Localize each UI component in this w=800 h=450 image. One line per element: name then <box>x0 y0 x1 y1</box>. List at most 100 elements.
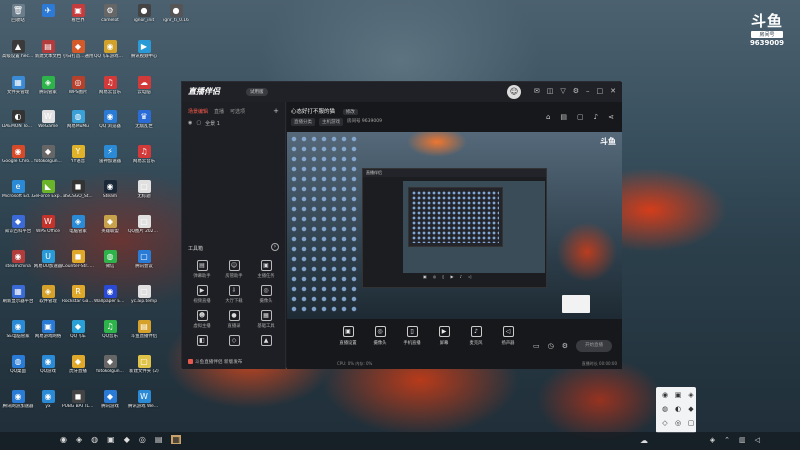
data-icon[interactable]: ▤ <box>560 113 567 121</box>
minimize-icon[interactable]: – <box>586 87 590 95</box>
taskbar-app-icon[interactable]: ▣ <box>107 435 115 444</box>
desktop-icon[interactable]: ▢QQ图片 20210610... <box>128 213 160 246</box>
desktop-icon[interactable]: ● ignor_init <box>128 2 160 35</box>
desktop-icon[interactable]: ▢ yc.aip.temp <box>128 283 160 316</box>
gift-icon[interactable]: ◫ <box>547 87 554 95</box>
toolbox-item[interactable]: ▦ 基础工具 <box>250 310 282 329</box>
chevron-up-icon[interactable]: ⌃ <box>724 436 730 444</box>
desktop-icon[interactable]: ◆ fotokolgun... <box>32 143 64 176</box>
tray-app-icon[interactable]: ◍ <box>660 404 670 414</box>
shop-icon[interactable]: ⌂ <box>546 113 550 121</box>
maximize-icon[interactable]: □ <box>597 87 604 95</box>
desktop-icon[interactable]: ◉ Steam <box>94 178 126 211</box>
desktop-icon[interactable]: ◆ QQ飞车 <box>62 318 94 351</box>
desktop-icon[interactable]: Y YY语音 <box>62 143 94 176</box>
tray-app-icon[interactable]: ◇ <box>660 418 670 428</box>
toolbox-item[interactable]: ▲ <box>250 335 282 348</box>
desktop-icon[interactable]: ▶ 腾讯视频中心 <box>128 38 160 71</box>
tray-app-icon[interactable]: ▢ <box>686 418 696 428</box>
desktop-icon[interactable]: ⚙ camelot <box>94 2 126 35</box>
desktop-icon[interactable]: ◆ 小白打造...通用 <box>62 38 94 71</box>
desktop-icon[interactable]: ◈ 电脑管家 <box>62 213 94 246</box>
desktop-icon[interactable]: ◈ 腾讯管家 <box>32 74 64 107</box>
desktop-icon[interactable]: ▤ 斗鱼直播伴侣 <box>128 318 160 351</box>
close-icon[interactable]: ✕ <box>610 87 616 95</box>
taskbar-app-icon[interactable]: ◍ <box>91 435 98 444</box>
tab-live[interactable]: 直播 <box>214 108 224 116</box>
desktop-icon[interactable]: ◆ 知识百科平台 <box>2 213 34 246</box>
desktop-icon[interactable]: ♛ 无敌乱世 <box>128 108 160 141</box>
stream-preview[interactable]: 直播伴侣 ▣ ◎ ▯ ▶ ♪ ◁ 斗鱼 <box>287 132 622 319</box>
desktop-icon[interactable]: ◆ 虎牙直播 <box>62 353 94 386</box>
desktop-icon[interactable]: U 网易UU加速器 <box>32 248 64 281</box>
desktop-icon[interactable]: ◉ yx <box>32 388 64 421</box>
live-settings-icon[interactable]: ⚙ <box>562 342 568 350</box>
desktop-icon[interactable]: ◍ 网易MuMu <box>62 108 94 141</box>
desktop-icon[interactable]: ✈ <box>32 2 64 35</box>
record-icon[interactable]: ▭ <box>533 342 540 350</box>
desktop-icon[interactable]: ☁ 云电脑 <box>128 74 160 107</box>
tab-scene-edit[interactable]: 场景编辑 <box>188 108 208 116</box>
desktop-icon[interactable]: ◉ SE电脑管家 <box>2 318 34 351</box>
desktop-icon[interactable]: ◣GeForce Experience <box>32 178 64 211</box>
toolbox-item[interactable]: ● 直播录 <box>218 310 250 329</box>
version-badge[interactable]: 试用版 <box>246 88 268 96</box>
taskbar-live-companion-icon[interactable]: ▦ <box>171 435 181 444</box>
window-titlebar[interactable]: 直播伴侣 试用版 ☺ ✉ ◫ ▽ ⚙ – □ ✕ <box>182 82 622 102</box>
taskbar-app-icon[interactable]: ◎ <box>139 435 146 444</box>
desktop-icon[interactable]: ◉Wallpaper Engine:... <box>94 283 126 316</box>
taskbar-app-icon[interactable]: ▤ <box>155 435 163 444</box>
message-icon[interactable]: ✉ <box>534 87 540 95</box>
tray-app-icon[interactable]: ◆ <box>686 404 696 414</box>
desktop-icon[interactable]: ♫ 网易云音乐 <box>128 143 160 176</box>
taskbar-app-icon[interactable]: ◉ <box>60 435 67 444</box>
add-scene-icon[interactable]: + <box>273 108 279 116</box>
desktop-icon[interactable]: ◍ QQ桌面 <box>2 353 34 386</box>
desktop-icon[interactable]: ● ignr_ti_0.16 <box>160 2 192 35</box>
desktop-icon[interactable]: e Microsoft Edge <box>2 178 34 211</box>
taskbar-app-icon[interactable]: ◆ <box>124 435 130 444</box>
desktop-icon[interactable]: ◆ fotokolgun... <box>94 353 126 386</box>
settings-icon[interactable]: ⚙ <box>573 87 579 95</box>
desktop-icon[interactable]: W WeGame <box>32 108 64 141</box>
tray-app-icon[interactable]: ◐ <box>673 404 683 414</box>
desktop-icon[interactable]: ◐DAEMON Tools Lite <box>2 108 34 141</box>
toolbox-item[interactable]: ▶ 视频直播 <box>186 285 218 304</box>
desktop-icon[interactable]: W WPS Office <box>32 213 64 246</box>
desktop-icon[interactable]: W腾讯游戏 WeGame <box>128 388 160 421</box>
notification-icon[interactable]: ♪ <box>594 113 598 121</box>
network-icon[interactable]: ▥ <box>739 436 746 444</box>
desktop-icon[interactable]: ▢ 无标题 <box>128 178 160 211</box>
weather-icon[interactable]: ☁ <box>640 436 648 445</box>
desktop-icon[interactable]: ♫ 网易云音乐 <box>94 74 126 107</box>
skin-icon[interactable]: ▽ <box>560 87 565 95</box>
desktop-icon[interactable]: ▦ 文件夹管理 <box>2 74 34 107</box>
desktop-icon[interactable]: ▢ 腾讯会议 <box>128 248 160 281</box>
desktop-icon[interactable]: ▦ 刷新显示器平台 <box>2 283 34 316</box>
desktop-icon[interactable]: RRockstar Games... <box>62 283 94 316</box>
tray-app-icon[interactable]: ▣ <box>673 390 683 400</box>
lock-icon[interactable]: ▢ <box>196 120 201 127</box>
tab-options[interactable]: 可选项 <box>230 108 245 116</box>
desktop-icon[interactable]: ◎ WPS图片 <box>62 74 94 107</box>
toolbox-item[interactable]: ◇ <box>218 335 250 348</box>
toolbox-item[interactable]: ◎ 摄像头 <box>250 285 282 304</box>
toolbox-item[interactable]: ▣ 主播任务 <box>250 260 282 279</box>
start-live-button[interactable]: 开始直播 <box>576 340 612 352</box>
tray-app-icon[interactable]: ◎ <box>673 418 683 428</box>
desktop-icon[interactable]: ◍ 微信 <box>94 248 126 281</box>
edit-title-button[interactable]: 修改 <box>342 109 358 115</box>
desktop-icon[interactable]: ◼ BSCSGO_St... <box>62 178 94 211</box>
desktop-icon[interactable]: ▣ 网易游戏网络 <box>32 318 64 351</box>
desktop-icon[interactable]: ◼PUBG BATTLEGR... <box>62 388 94 421</box>
lock-icon[interactable]: ▢ <box>577 113 584 121</box>
toolbox-item[interactable]: ☻ 虚拟主播 <box>186 310 218 329</box>
toolbox-more-icon[interactable]: › <box>271 243 279 251</box>
desktop-icon[interactable]: 🗑 回收站 <box>2 2 34 35</box>
room-title[interactable]: 心态好打不服的猫 <box>291 109 335 115</box>
toolbox-item[interactable]: ▤ 弹幕助手 <box>186 260 218 279</box>
subcategory-chip[interactable]: 主机游戏 <box>319 118 343 126</box>
shield-icon[interactable]: ◈ <box>710 436 715 444</box>
visibility-icon[interactable]: ◉ <box>188 120 192 127</box>
desktop-icon[interactable]: ◆ 英雄联盟 <box>94 213 126 246</box>
